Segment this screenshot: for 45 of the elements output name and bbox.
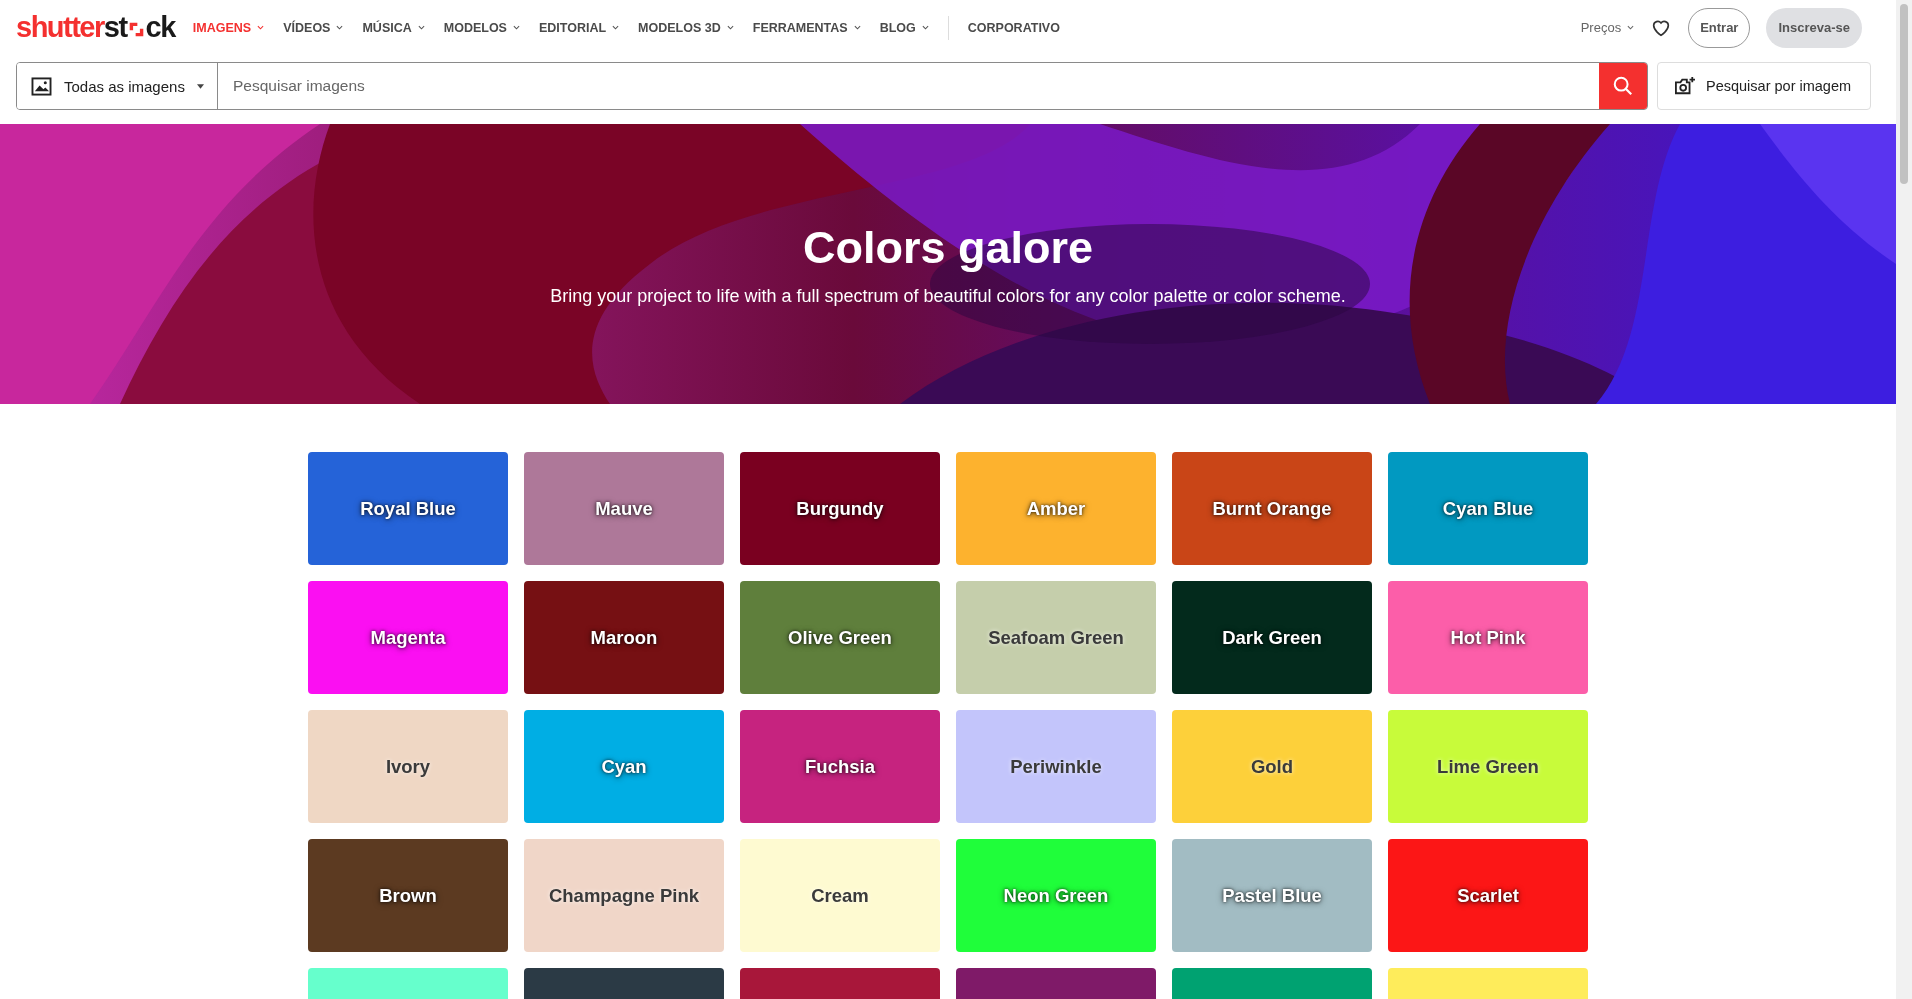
logo-text[interactable]: st [103,11,127,44]
nav-item[interactable]: MODELOS 3D [638,20,734,35]
color-card[interactable]: Burnt Orange [1172,452,1372,565]
search-bar[interactable]: Todas as imagens Pesquisar imagens [16,62,1648,110]
scrollbar[interactable] [1896,0,1912,999]
signup-button[interactable]: Inscreva-se [1766,7,1862,48]
nav-item[interactable]: EDITORIAL [538,20,620,35]
nav-item[interactable]: BLOG [879,20,929,35]
color-card[interactable]: Maroon [524,581,724,694]
color-card[interactable]: Ivory [308,710,508,823]
nav-item[interactable]: VÍDEOS [283,20,344,35]
logo-text[interactable]: shutter [16,11,104,44]
nav-item[interactable]: MÚSICA [362,20,425,35]
color-card[interactable]: Royal Blue [308,452,508,565]
search-icon [1612,75,1634,97]
color-card[interactable]: Lime Green [1388,710,1588,823]
color-card[interactable]: Mauve [524,452,724,565]
color-card[interactable]: Seafoam Green [956,581,1156,694]
logo-icon[interactable] [127,21,145,38]
color-card[interactable]: Cream [740,839,940,952]
color-card[interactable]: Brown [308,839,508,952]
color-card[interactable]: Champagne Pink [524,839,724,952]
color-card[interactable]: Scarlet [1388,839,1588,952]
color-card[interactable]: Burgundy [740,452,940,565]
hero-title: Colors galore [802,221,1094,274]
caret-icon [1627,25,1635,30]
image-icon [31,76,52,96]
login-button[interactable]: Entrar [1688,7,1751,48]
logo-text[interactable]: ck [145,11,175,44]
nav-item[interactable]: CORPORATIVO [967,20,1060,35]
camera-icon [1674,76,1696,96]
image-search-button[interactable]: Pesquisar por imagem [1657,62,1871,110]
nav-item[interactable]: FERRAMENTAS [752,20,861,35]
color-card[interactable]: Gold [1172,710,1372,823]
hero-subtitle: Bring your project to life with a full spectrum of beautiful colors for any color palette or color scheme. [550,285,1346,307]
pricing-menu[interactable]: Preços [1580,20,1635,35]
nav-item[interactable]: MODELOS [443,20,520,35]
color-card[interactable]: Olive Green [740,581,940,694]
caret-icon [196,83,204,89]
nav-item[interactable]: IMAGENS [192,20,265,35]
search-button[interactable] [1599,63,1647,109]
color-card[interactable]: Dark Green [1172,581,1372,694]
category-dropdown[interactable]: Todas as imagens [17,63,218,109]
color-card[interactable]: Periwinkle [956,710,1156,823]
color-card[interactable]: Fuchsia [740,710,940,823]
